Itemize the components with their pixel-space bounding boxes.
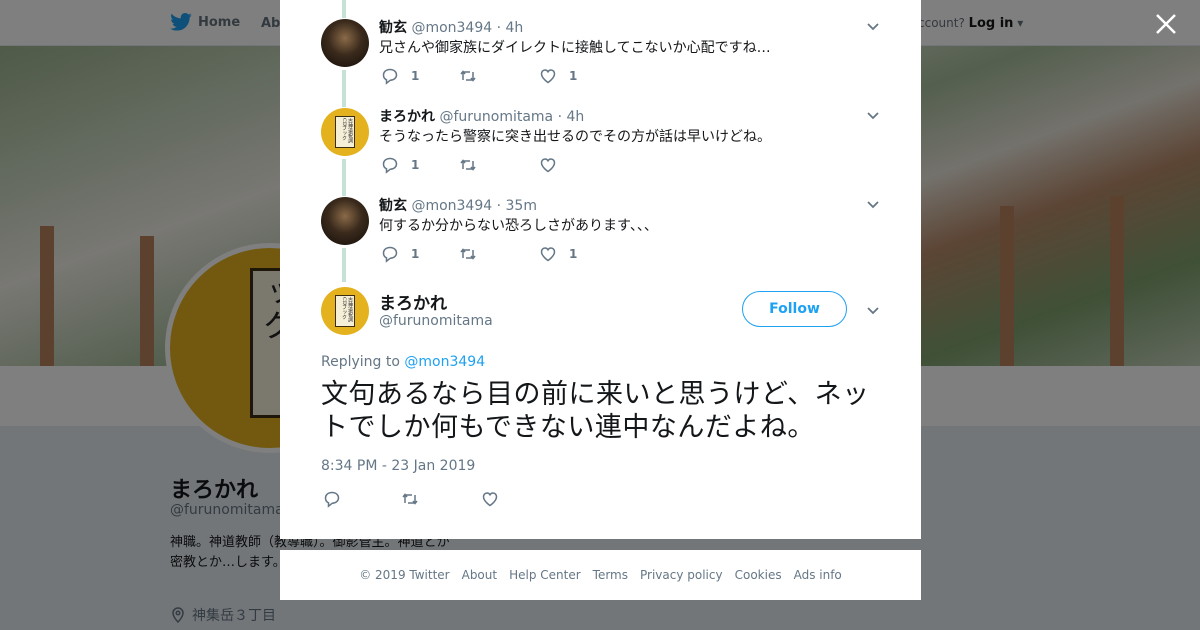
- footer-link-ads-info[interactable]: Ads info: [794, 568, 842, 582]
- tweet-text: 何するか分からない恐ろしさがあります、、、: [379, 218, 658, 234]
- avatar[interactable]: [321, 19, 369, 67]
- tweet-author-name[interactable]: 勧玄: [379, 198, 407, 214]
- main-tweet-timestamp[interactable]: 8:34 PM - 23 Jan 2019: [321, 458, 475, 474]
- reply-icon: [382, 68, 398, 85]
- reply-button[interactable]: 1: [381, 156, 419, 174]
- reply-button[interactable]: 1: [381, 245, 419, 263]
- tweet-text: そうなったら警察に突き出せるのでその方が話は早いけどね。: [379, 129, 771, 145]
- follow-button[interactable]: Follow: [742, 291, 847, 327]
- chevron-down-icon[interactable]: [863, 194, 883, 214]
- avatar[interactable]: 古神道祝詞CDブック: [321, 108, 369, 156]
- thread-tweet[interactable]: 勧玄 @mon3494 · 35m 何するか分からない恐ろしさがあります、、、 …: [280, 197, 921, 286]
- tweet-author-handle[interactable]: @furunomitama: [439, 109, 553, 125]
- tweet-author-handle[interactable]: @mon3494: [411, 20, 492, 36]
- retweet-button[interactable]: [459, 245, 477, 263]
- replying-to: Replying to @mon3494: [321, 354, 485, 370]
- like-button[interactable]: [481, 490, 499, 508]
- thread-tweet[interactable]: 古神道祝詞CDブック まろかれ @furunomitama · 4h そうなった…: [280, 108, 921, 197]
- footer-link-about[interactable]: About: [462, 568, 497, 582]
- footer-link-privacy-policy[interactable]: Privacy policy: [640, 568, 723, 582]
- tweet-permalink-modal: 勧玄 @mon3494 · 4h 兄さんや御家族にダイレクトに接触してこないか心…: [280, 0, 921, 539]
- tweet-time[interactable]: · 4h: [558, 109, 585, 125]
- main-tweet-author-name[interactable]: まろかれ: [379, 289, 447, 314]
- reply-count: 1: [411, 158, 420, 172]
- retweet-icon: [460, 70, 476, 82]
- thread-connector: [342, 0, 346, 18]
- footer-link-cookies[interactable]: Cookies: [735, 568, 782, 582]
- close-icon[interactable]: [1154, 12, 1178, 36]
- retweet-icon: [402, 493, 418, 505]
- reply-count: 1: [411, 69, 420, 83]
- avatar[interactable]: [321, 197, 369, 245]
- like-button[interactable]: [539, 156, 557, 174]
- tweet-author-name[interactable]: まろかれ: [379, 109, 435, 125]
- main-tweet-author-handle[interactable]: @furunomitama: [379, 313, 493, 329]
- retweet-button[interactable]: [459, 156, 477, 174]
- footer-copyright: © 2019 Twitter: [359, 568, 450, 582]
- replying-handle-link[interactable]: @mon3494: [404, 354, 485, 370]
- tweet-time[interactable]: · 4h: [497, 20, 524, 36]
- reply-count: 1: [411, 247, 420, 261]
- tweet-header: まろかれ @furunomitama · 4h: [379, 106, 584, 126]
- like-icon: [540, 247, 556, 262]
- retweet-button[interactable]: [401, 490, 419, 508]
- replying-prefix: Replying to: [321, 354, 400, 370]
- main-tweet-text: 文句あるなら目の前に来いと思うけど、ネットでしか何もできない連中なんだよね。: [321, 379, 870, 443]
- like-icon: [540, 158, 556, 173]
- avatar-book-cover: 古神道祝詞CDブック: [335, 295, 355, 327]
- reply-icon: [324, 491, 340, 508]
- retweet-icon: [460, 248, 476, 260]
- tweet-header: 勧玄 @mon3494 · 4h: [379, 17, 523, 37]
- tweet-author-name[interactable]: 勧玄: [379, 20, 407, 36]
- avatar[interactable]: 古神道祝詞CDブック: [321, 287, 369, 335]
- like-button[interactable]: 1: [539, 245, 577, 263]
- reply-button[interactable]: [323, 490, 341, 508]
- reply-icon: [382, 157, 398, 174]
- retweet-icon: [460, 159, 476, 171]
- retweet-button[interactable]: [459, 67, 477, 85]
- footer-link-terms[interactable]: Terms: [593, 568, 628, 582]
- reply-icon: [382, 246, 398, 263]
- tweet-header: 勧玄 @mon3494 · 35m: [379, 195, 537, 215]
- tweet-author-handle[interactable]: @mon3494: [411, 198, 492, 214]
- tweet-time[interactable]: · 35m: [497, 198, 537, 214]
- thread-tweet[interactable]: 勧玄 @mon3494 · 4h 兄さんや御家族にダイレクトに接触してこないか心…: [280, 19, 921, 108]
- modal-footer: © 2019 Twitter About Help Center Terms P…: [280, 550, 921, 600]
- like-icon: [482, 492, 498, 507]
- chevron-down-icon[interactable]: [863, 300, 883, 320]
- tweet-text: 兄さんや御家族にダイレクトに接触してこないか心配ですね…: [379, 40, 771, 56]
- like-button[interactable]: 1: [539, 67, 577, 85]
- like-count: 1: [569, 69, 578, 83]
- reply-button[interactable]: 1: [381, 67, 419, 85]
- chevron-down-icon[interactable]: [863, 16, 883, 36]
- footer-link-help-center[interactable]: Help Center: [509, 568, 581, 582]
- like-count: 1: [569, 247, 578, 261]
- avatar-book-cover: 古神道祝詞CDブック: [335, 116, 355, 148]
- like-icon: [540, 69, 556, 84]
- chevron-down-icon[interactable]: [863, 105, 883, 125]
